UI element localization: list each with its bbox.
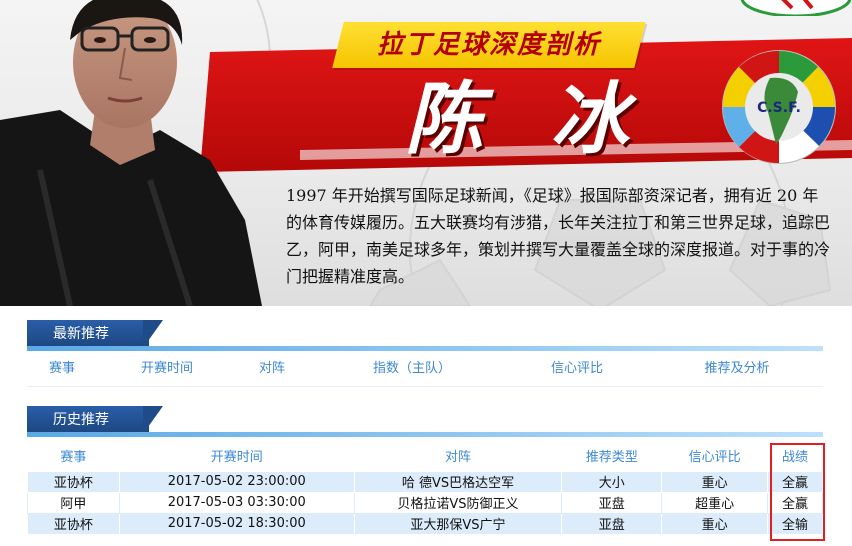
csf-logo: C.S.F.	[722, 50, 836, 164]
latest-section-header: 最新推荐	[27, 320, 823, 352]
cell-result: 全赢	[767, 491, 823, 514]
latest-table-header: 赛事 开赛时间 对阵 指数（主队） 信心评比 推荐及分析	[27, 354, 823, 387]
column-header: 开赛时间	[140, 361, 193, 376]
cell-league: 亚协杯	[27, 470, 120, 493]
history-table: 赛事 开赛时间 对阵 推荐类型 信心评比 战绩 亚协杯 2017-05-02 2…	[27, 441, 823, 535]
column-header: 对阵	[444, 450, 471, 466]
table-row[interactable]: 阿甲 2017-05-03 03:30:00 贝格拉诺VS防御正义 亚盘 超重心…	[27, 491, 823, 514]
history-section-header: 历史推荐	[27, 406, 823, 438]
cell-confidence: 重心	[661, 512, 769, 535]
expert-banner: 拉丁足球深度剖析 陈 冰 C.S.F. 1997 年开始撰写国际足球新闻，《足球…	[0, 0, 852, 306]
tab-corner-decoration	[143, 320, 163, 348]
table-header-row: 赛事 开赛时间 对阵 推荐类型 信心评比 战绩	[28, 441, 823, 471]
section-divider	[27, 432, 823, 437]
table-row[interactable]: 亚协杯 2017-05-02 18:30:00 亚大那保VS广宁 亚盘 重心 全…	[27, 512, 823, 535]
cell-type: 亚盘	[561, 491, 663, 514]
column-header: 赛事	[48, 361, 75, 376]
tab-corner-decoration	[143, 406, 163, 434]
latest-section-title: 最新推荐	[27, 320, 149, 348]
cell-type: 大小	[561, 470, 663, 493]
table-row[interactable]: 亚协杯 2017-05-02 23:00:00 哈 德VS巴格达空军 大小 重心…	[27, 470, 823, 493]
tagline-text: 拉丁足球深度剖析	[376, 30, 601, 60]
expert-name: 陈 冰	[405, 75, 649, 165]
column-header: 推荐类型	[585, 450, 638, 466]
column-header: 开赛时间	[210, 450, 263, 466]
cell-result: 全输	[767, 512, 823, 535]
history-section-title: 历史推荐	[27, 406, 149, 434]
section-divider	[27, 346, 823, 351]
column-header: 信心评比	[688, 450, 741, 466]
cell-time: 2017-05-02 18:30:00	[118, 512, 355, 535]
cell-time: 2017-05-02 23:00:00	[118, 470, 355, 493]
column-header: 信心评比	[550, 361, 603, 376]
column-header: 赛事	[60, 450, 87, 466]
cell-type: 亚盘	[561, 512, 663, 535]
column-header: 对阵	[258, 361, 285, 376]
cell-time: 2017-05-03 03:30:00	[118, 491, 355, 514]
cell-match: 贝格拉诺VS防御正义	[353, 491, 563, 514]
column-header: 推荐及分析	[704, 361, 770, 376]
corner-brand-logo	[740, 0, 852, 16]
expert-bio: 1997 年开始撰写国际足球新闻，《足球》报国际部资深记者，拥有近 20 年的体…	[286, 186, 831, 286]
cell-league: 阿甲	[27, 491, 120, 514]
expert-photo	[0, 0, 262, 306]
csf-logo-text: C.S.F.	[757, 100, 801, 116]
cell-confidence: 超重心	[661, 491, 769, 514]
cell-league: 亚协杯	[27, 512, 120, 535]
cell-match: 亚大那保VS广宁	[353, 512, 563, 535]
column-header: 战绩	[782, 450, 809, 466]
cell-match: 哈 德VS巴格达空军	[353, 470, 563, 493]
column-header: 指数（主队）	[372, 361, 451, 376]
cell-result: 全赢	[767, 470, 823, 493]
cell-confidence: 重心	[661, 470, 769, 493]
